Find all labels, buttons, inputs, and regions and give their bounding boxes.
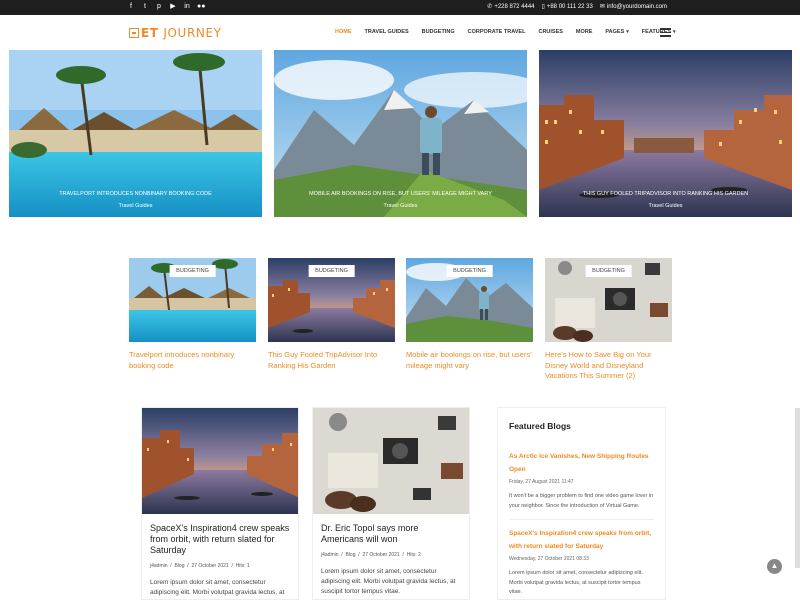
mobile-icon: ▯ (541, 4, 545, 10)
site-logo[interactable]: ET JOURNEY (129, 26, 222, 40)
article-card[interactable]: BUDGETING Travelport introduces nonbinar… (129, 258, 256, 371)
phone-icon: ✆ (487, 4, 493, 10)
card-title[interactable]: This Guy Fooled TripAdvisor Into Ranking… (268, 350, 395, 371)
logo-word: JOURNEY (163, 26, 222, 40)
post-title[interactable]: Dr. Eric Topol says more Americans will … (321, 523, 461, 545)
blog-post[interactable]: Dr. Eric Topol says more Americans will … (312, 407, 470, 600)
contact-info: ✆ +228 872 4444 ▯ +88 00 111 22 33 ✉ info@y… (487, 3, 667, 10)
pinterest-icon[interactable]: p (155, 2, 163, 11)
hero-category[interactable]: Travel Guides (9, 203, 262, 209)
post-date: 27 October 2021 (362, 552, 400, 558)
card-image[interactable]: BUDGETING (268, 258, 395, 342)
featured-date: Wednesday, 27 October 2021 08:33 (509, 556, 589, 562)
hero-caption[interactable]: TRAVELPORT INTRODUCES NONBINARY BOOKING … (9, 191, 262, 197)
featured-blogs-widget: Featured Blogs As Arctic Ice Vanishes, N… (497, 407, 666, 600)
youtube-icon[interactable]: ▶ (169, 2, 177, 11)
post-date: 27 October 2021 (191, 563, 229, 569)
post-image[interactable] (142, 408, 298, 514)
top-bar: f t p ▶ in ●● ✆ +228 872 4444 ▯ +88 00 111… (0, 0, 800, 15)
category-badge[interactable]: BUDGETING (308, 265, 355, 277)
card-image[interactable]: BUDGETING (406, 258, 533, 342)
card-title[interactable]: Mobile air bookings on rise, but users' … (406, 350, 533, 371)
featured-excerpt: It won't be a bigger problem to find one… (509, 493, 654, 509)
envelope-icon: ✉ (599, 4, 605, 10)
post-author[interactable]: j4admin (321, 552, 339, 558)
post-title[interactable]: SpaceX's Inspiration4 crew speaks from o… (150, 523, 290, 556)
post-excerpt: Lorem ipsum dolor sit amet, consectetur … (150, 579, 285, 596)
post-category[interactable]: Blog (345, 552, 355, 558)
flickr-icon[interactable]: ●● (197, 2, 205, 11)
nav-budgeting[interactable]: BUDGETING (422, 29, 455, 35)
hero-category[interactable]: Travel Guides (274, 203, 527, 209)
post-hits: Hits: 2 (406, 552, 421, 558)
category-badge[interactable]: BUDGETING (446, 265, 493, 277)
email[interactable]: ✉ info@yourdomain.com (600, 3, 667, 10)
twitter-icon[interactable]: t (141, 2, 149, 11)
hero-slide-1[interactable]: TRAVELPORT INTRODUCES NONBINARY BOOKING … (9, 50, 262, 217)
post-meta: j4admin / Blog / 27 October 2021 / Hits:… (321, 552, 421, 558)
card-image[interactable]: BUDGETING (545, 258, 672, 342)
article-card[interactable]: BUDGETING Mobile air bookings on rise, b… (406, 258, 533, 371)
chevron-down-icon: ▾ (673, 29, 676, 35)
nav-pages[interactable]: PAGES (605, 29, 624, 35)
category-badge[interactable]: BUDGETING (169, 265, 216, 277)
chevron-up-icon[interactable]: ▲ (767, 559, 782, 574)
card-image[interactable]: BUDGETING (129, 258, 256, 342)
social-links: f t p ▶ in ●● (127, 2, 205, 11)
site-header: ET JOURNEY HOME TRAVEL GUIDES BUDGETING … (0, 15, 800, 48)
post-image[interactable] (313, 408, 469, 514)
post-image-travel-gear (313, 408, 469, 514)
chevron-down-icon: ▾ (626, 29, 629, 35)
card-title[interactable]: Here's How to Save Big on Your Disney Wo… (545, 350, 672, 382)
nav-pages-item[interactable]: PAGES ▾ (605, 29, 628, 35)
logo-prefix: ET (141, 26, 159, 40)
hero-category[interactable]: Travel Guides (539, 203, 792, 209)
post-category[interactable]: Blog (174, 563, 184, 569)
hero-caption[interactable]: MOBILE AIR BOOKINGS ON RISE, BUT USERS' … (274, 191, 527, 197)
blog-post[interactable]: SpaceX's Inspiration4 crew speaks from o… (141, 407, 299, 600)
featured-excerpt: Lorem ipsum dolor sit amet, consectetur … (509, 570, 643, 595)
featured-date: Friday, 27 August 2021 11:47 (509, 479, 574, 485)
post-hits: Hits: 1 (235, 563, 250, 569)
logo-icon (129, 28, 139, 38)
logo-text: ET JOURNEY (141, 26, 222, 40)
post-author[interactable]: j4admin (150, 563, 168, 569)
phone-2: ▯ +88 00 111 22 33 (542, 3, 593, 10)
post-meta: j4admin / Blog / 27 October 2021 / Hits:… (150, 563, 250, 569)
scrollbar[interactable] (795, 408, 800, 568)
hero-caption[interactable]: THIS GUY FOOLED TRIPADVISOR INTO RANKING… (539, 191, 792, 197)
facebook-icon[interactable]: f (127, 2, 135, 11)
widget-heading: Featured Blogs (509, 421, 571, 431)
nav-corporate-travel[interactable]: CORPORATE TRAVEL (468, 29, 526, 35)
email-text[interactable]: info@yourdomain.com (607, 4, 667, 10)
post-image-venice (142, 408, 298, 514)
nav-cruises[interactable]: CRUISES (538, 29, 562, 35)
card-title[interactable]: Travelport introduces nonbinary booking … (129, 350, 256, 371)
featured-item: SpaceX's Inspiration4 crew speaks from o… (509, 528, 654, 598)
linkedin-icon[interactable]: in (183, 2, 191, 11)
phone-2-text: +88 00 111 22 33 (546, 4, 593, 10)
article-card[interactable]: BUDGETING Here's How to Save Big on Your… (545, 258, 672, 382)
featured-title[interactable]: As Arctic Ice Vanishes, New Shipping Rou… (509, 451, 654, 476)
featured-item: As Arctic Ice Vanishes, New Shipping Rou… (509, 451, 654, 511)
post-excerpt: Lorem ipsum dolor sit amet, consectetur … (321, 568, 456, 595)
featured-title[interactable]: SpaceX's Inspiration4 crew speaks from o… (509, 528, 654, 553)
phone-1: ✆ +228 872 4444 (487, 3, 534, 10)
phone-1-text: +228 872 4444 (494, 4, 535, 10)
main-nav: HOME TRAVEL GUIDES BUDGETING CORPORATE T… (335, 29, 676, 35)
nav-home[interactable]: HOME (335, 29, 352, 35)
hero-slide-3[interactable]: THIS GUY FOOLED TRIPADVISOR INTO RANKING… (539, 50, 792, 217)
category-badge[interactable]: BUDGETING (585, 265, 632, 277)
divider (509, 519, 654, 520)
article-card[interactable]: BUDGETING This Guy Fooled TripAdvisor In… (268, 258, 395, 371)
hamburger-menu-icon[interactable] (660, 28, 671, 37)
hero-slide-2[interactable]: MOBILE AIR BOOKINGS ON RISE, BUT USERS' … (274, 50, 527, 217)
nav-travel-guides[interactable]: TRAVEL GUIDES (365, 29, 409, 35)
nav-more[interactable]: MORE (576, 29, 593, 35)
